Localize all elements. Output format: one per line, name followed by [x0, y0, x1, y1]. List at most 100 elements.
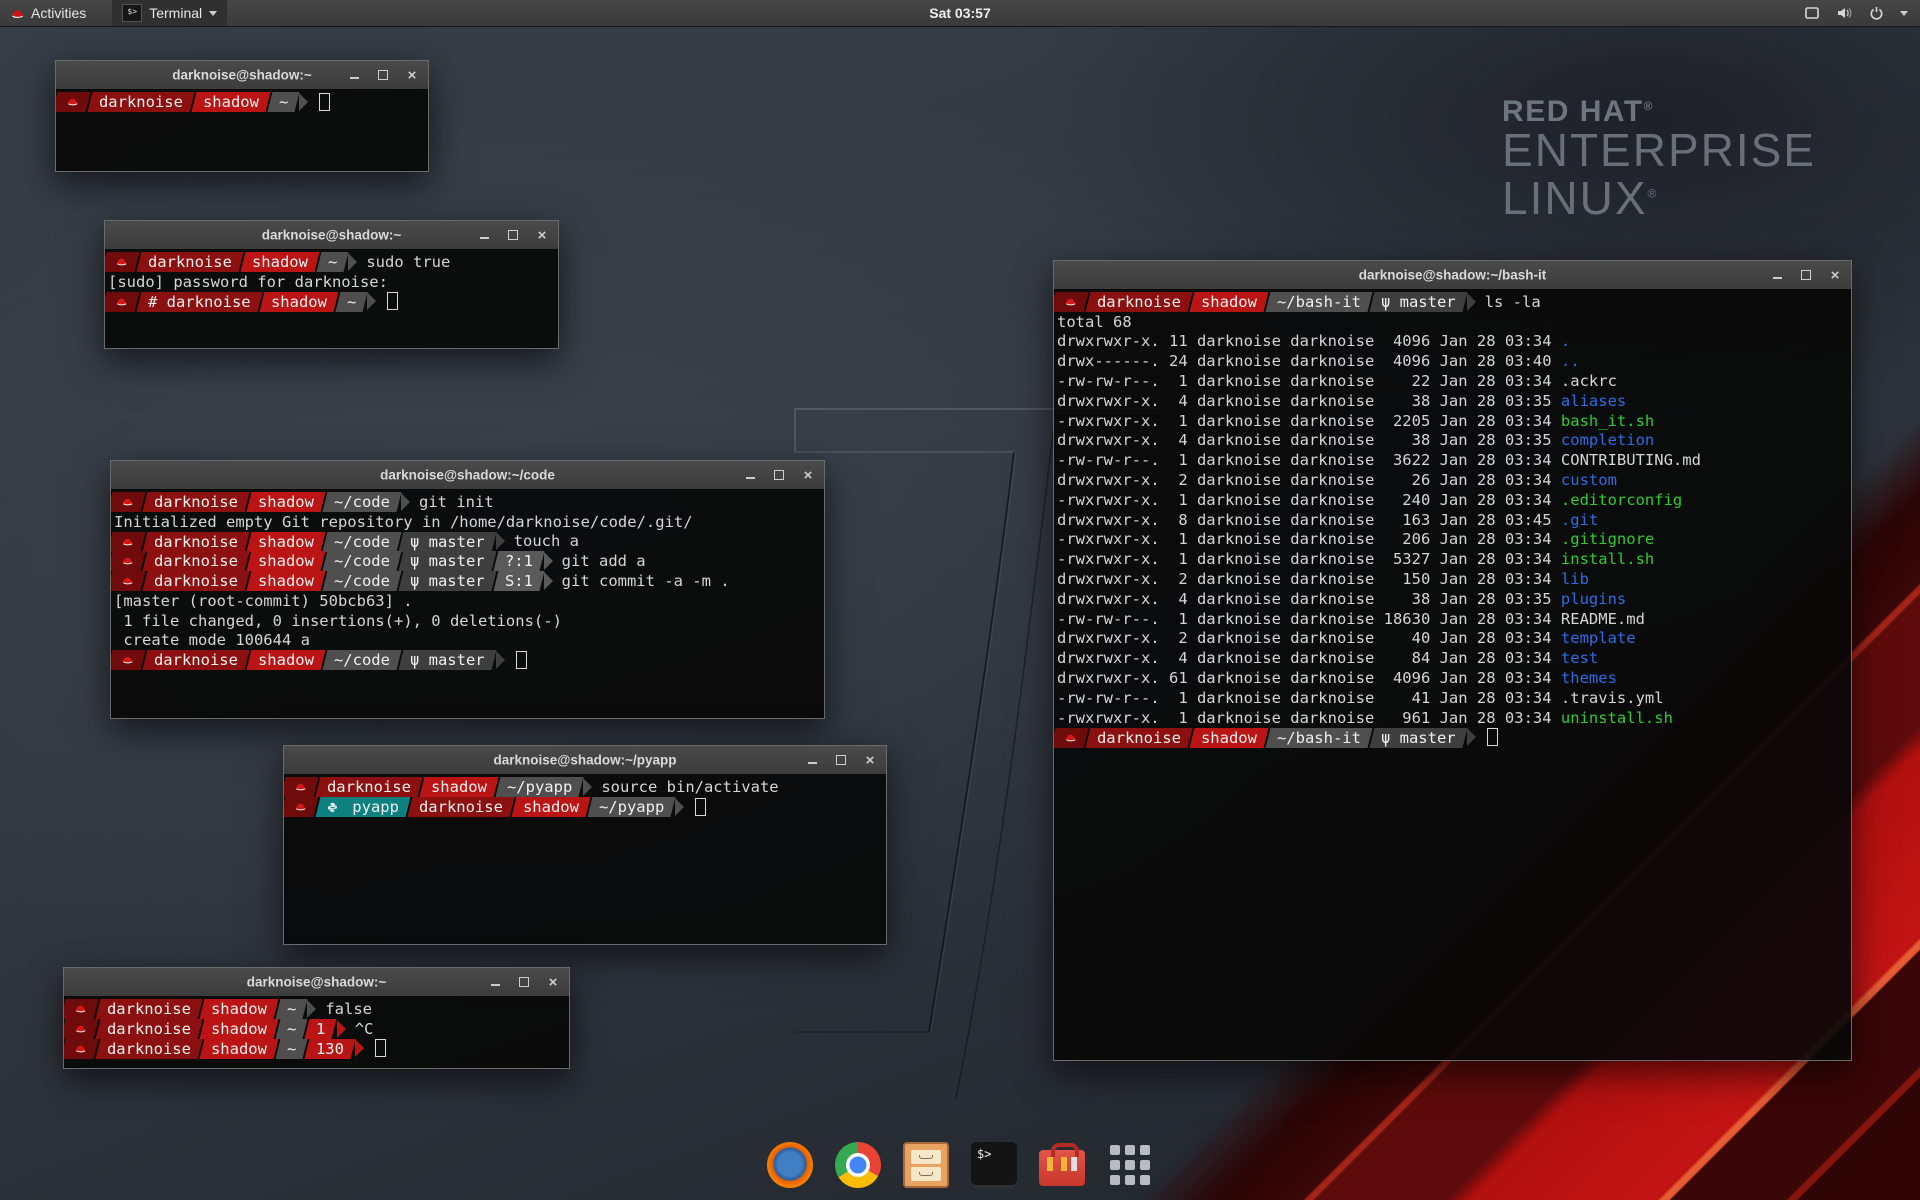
terminal-content[interactable]: darknoiseshadow~/pyappsource bin/activat… — [284, 774, 886, 944]
close-button[interactable]: × — [864, 754, 876, 766]
redhat-logo-icon — [10, 7, 25, 20]
git-branch-icon: ψ master — [1381, 293, 1456, 311]
prompt-segment: shadow — [192, 92, 271, 112]
maximize-button[interactable] — [377, 69, 389, 81]
terminal-line: darknoiseshadow~/codeψ master — [114, 650, 822, 670]
ls-row-meta: -rw-rw-r--. 1 darknoise darknoise 3622 J… — [1057, 451, 1561, 469]
maximize-button[interactable] — [835, 754, 847, 766]
toolbox-icon[interactable] — [1039, 1150, 1085, 1186]
window-title: darknoise@shadow:~/bash-it — [1359, 268, 1547, 283]
minimize-button[interactable] — [478, 229, 490, 241]
git-branch-icon: ψ master — [1381, 728, 1456, 746]
minimize-button[interactable] — [489, 976, 501, 988]
terminal-cursor — [319, 93, 330, 111]
minimize-button[interactable] — [348, 69, 360, 81]
close-button[interactable]: × — [547, 976, 559, 988]
window-titlebar[interactable]: darknoise@shadow:~/pyapp × — [284, 746, 886, 775]
prompt-segment: shadow — [512, 797, 591, 817]
maximize-button[interactable] — [1800, 269, 1812, 281]
prompt-segment: 130 — [305, 1039, 356, 1059]
prompt-segment: shadow — [420, 777, 499, 797]
redhat-prompt-icon — [294, 781, 307, 792]
prompt-segment — [111, 492, 145, 512]
terminal-content[interactable]: darknoiseshadow~/bash-itψ masterls -lato… — [1054, 289, 1851, 1060]
terminal-glyph: $> — [977, 1147, 991, 1161]
volume-icon[interactable] — [1836, 6, 1853, 20]
git-branch-icon: ψ master — [410, 572, 485, 590]
drawer-decoration — [911, 1167, 941, 1181]
maximize-button[interactable] — [507, 229, 519, 241]
prompt-segment — [64, 1019, 98, 1039]
redhat-prompt-icon — [1064, 296, 1077, 307]
terminal-line: darknoiseshadow~130 — [67, 1039, 567, 1059]
window-titlebar[interactable]: darknoise@shadow:~/code × — [111, 461, 824, 490]
close-button[interactable]: × — [536, 229, 548, 241]
minimize-button[interactable] — [744, 469, 756, 481]
terminal-line: 1 file changed, 0 insertions(+), 0 delet… — [114, 611, 822, 631]
grid-dot — [1110, 1145, 1120, 1155]
app-grid-icon[interactable] — [1107, 1142, 1153, 1188]
prompt-segment: ~/bash-it — [1266, 728, 1373, 748]
terminal-line: darknoiseshadow~/codeψ master?:1git add … — [114, 551, 822, 571]
ls-row-meta: drwxrwxr-x. 4 darknoise darknoise 38 Jan… — [1057, 392, 1561, 410]
grid-dot — [1140, 1160, 1150, 1170]
terminal-content[interactable]: darknoiseshadow~ — [56, 89, 428, 171]
window-titlebar[interactable]: darknoise@shadow:~ × — [56, 61, 428, 90]
window-titlebar[interactable]: darknoise@shadow:~ × — [64, 968, 569, 997]
ls-row-filename: README.md — [1561, 610, 1645, 628]
minimize-icon — [746, 477, 755, 479]
terminal-text: false — [325, 1000, 372, 1018]
power-icon[interactable] — [1869, 6, 1884, 21]
prompt-segment: darknoise — [143, 650, 250, 670]
maximize-button[interactable] — [518, 976, 530, 988]
prompt-segment — [105, 252, 139, 272]
prompt-arrow-icon — [367, 292, 376, 310]
close-button[interactable]: × — [1829, 269, 1841, 281]
prompt-segment: pyapp — [316, 797, 411, 817]
clock[interactable]: Sat 03:57 — [929, 5, 990, 21]
prompt-segment — [1054, 292, 1088, 312]
chrome-icon[interactable] — [835, 1142, 881, 1188]
terminal-line: drwxrwxr-x. 2 darknoise darknoise 40 Jan… — [1057, 629, 1849, 649]
maximize-icon — [774, 470, 784, 480]
window-titlebar[interactable]: darknoise@shadow:~/bash-it × — [1054, 261, 1851, 290]
activities-button[interactable]: Activities — [10, 5, 86, 21]
file-manager-icon[interactable] — [903, 1142, 949, 1188]
terminal-line: [sudo] password for darknoise: — [108, 272, 556, 292]
prompt-segment: darknoise — [408, 797, 515, 817]
terminal-cursor — [695, 798, 706, 816]
terminal-line: darknoiseshadow~1^C — [67, 1019, 567, 1039]
terminal-line: -rwxrwxr-x. 1 darknoise darknoise 240 Ja… — [1057, 490, 1849, 510]
terminal-content[interactable]: darknoiseshadow~/codegit initInitialized… — [111, 489, 824, 718]
app-menu-label: Terminal — [149, 5, 202, 21]
display-settings-icon[interactable] — [1804, 6, 1820, 20]
prompt-segment: shadow — [247, 551, 326, 571]
prompt-arrow-icon — [544, 572, 553, 590]
prompt-segment — [111, 571, 145, 591]
minimize-icon — [491, 984, 500, 986]
minimize-button[interactable] — [1771, 269, 1783, 281]
prompt-segment: shadow — [200, 1019, 279, 1039]
redhat-prompt-icon — [1064, 732, 1077, 743]
terminal-icon[interactable]: $> — [971, 1142, 1017, 1188]
terminal-line: drwxrwxr-x. 61 darknoise darknoise 4096 … — [1057, 668, 1849, 688]
close-button[interactable]: × — [406, 69, 418, 81]
app-menu-terminal[interactable]: $> Terminal — [112, 0, 227, 26]
terminal-content[interactable]: darknoiseshadow~falsedarknoiseshadow~1^C… — [64, 996, 569, 1068]
window-title: darknoise@shadow:~ — [172, 68, 312, 83]
chevron-down-icon[interactable] — [1900, 11, 1908, 16]
prompt-segment: shadow — [200, 1039, 279, 1059]
ls-row-filename: test — [1561, 649, 1598, 667]
terminal-text: total 68 — [1057, 313, 1132, 331]
ls-row-filename: themes — [1561, 669, 1617, 687]
maximize-button[interactable] — [773, 469, 785, 481]
firefox-icon[interactable] — [767, 1142, 813, 1188]
prompt-segment: darknoise — [1086, 292, 1193, 312]
redhat-prompt-icon — [121, 576, 134, 587]
close-button[interactable]: × — [802, 469, 814, 481]
minimize-button[interactable] — [806, 754, 818, 766]
terminal-content[interactable]: darknoiseshadow~sudo true[sudo] password… — [105, 249, 558, 348]
window-titlebar[interactable]: darknoise@shadow:~ × — [105, 221, 558, 250]
prompt-segment: ~/pyapp — [588, 797, 676, 817]
ls-row-meta: -rw-rw-r--. 1 darknoise darknoise 41 Jan… — [1057, 689, 1561, 707]
